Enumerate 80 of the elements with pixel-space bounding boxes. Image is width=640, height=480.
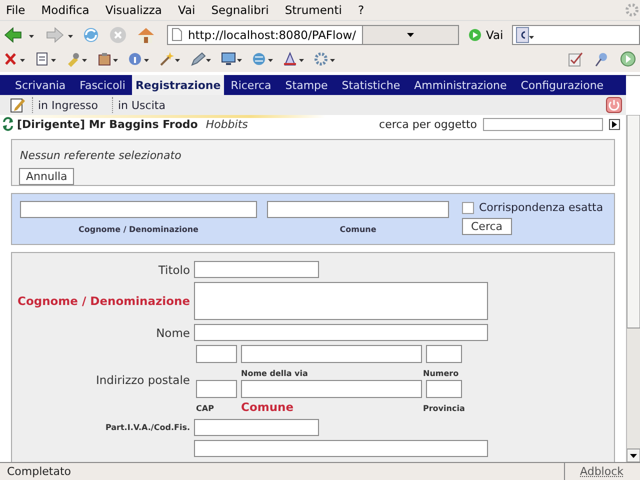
nav-tab[interactable]: Statistiche [334,75,408,95]
menu-item[interactable]: File [3,3,30,17]
go-arrow-icon[interactable] [609,118,620,130]
info-icon[interactable] [128,50,149,66]
field-label: Numero [423,368,460,380]
nav-tab[interactable]: Ricerca [224,75,278,95]
pin-icon[interactable] [594,50,610,66]
field-label: Part.I.V.A./Cod.Fis. [105,423,190,432]
search-input-field[interactable] [267,201,449,218]
gear-icon[interactable] [314,50,335,66]
menu-item[interactable]: Segnalibri [208,3,274,17]
search-engine-icon [516,26,534,42]
dropdown-arrow-icon [407,32,414,36]
cancel-button[interactable]: Annulla [19,168,74,185]
field-label: Comune [241,399,294,415]
menu-item[interactable]: Strumenti [282,3,347,17]
field-label: Nome [156,326,190,340]
status-text: Completato [0,463,565,480]
nav-tab[interactable]: Configurazione [514,75,611,95]
input-field[interactable] [426,380,462,398]
throbber-icon [624,2,640,18]
nav-tab[interactable]: Scrivania [8,75,73,95]
menu-item[interactable]: Modifica [38,3,94,17]
scrollbar[interactable] [627,115,640,462]
subtab-link[interactable]: in Uscita [112,97,180,113]
input-field[interactable] [196,345,237,363]
nav-tab[interactable]: Stampe [278,75,335,95]
wand-icon[interactable] [159,50,180,66]
address-field[interactable]: http://localhost:8080/PAFlow/ [167,24,459,44]
search-input-field[interactable] [20,201,257,218]
user-name: [Dirigente] Mr Baggins Frodo [17,118,198,130]
field-label: Nome della via [241,368,309,380]
refresh-icon[interactable] [2,117,14,131]
field-label: Cognome / Denominazione [18,294,190,308]
reload-icon[interactable] [82,26,100,44]
input-field[interactable] [194,261,319,278]
input-field[interactable] [241,380,422,398]
search-field[interactable] [512,24,640,44]
nav-tab[interactable]: Fascicoli [72,75,132,95]
edit-icon[interactable] [10,97,26,113]
input-field[interactable] [426,345,462,363]
text-area[interactable] [194,282,488,320]
field-label: Comune [340,225,376,234]
input-field[interactable] [241,345,422,363]
menu-item[interactable]: Vai [174,3,200,17]
power-icon[interactable] [606,97,622,113]
clipboard-icon[interactable] [97,50,118,66]
monitor-icon[interactable] [221,50,242,66]
close-icon[interactable] [4,50,25,66]
input-field[interactable] [196,380,237,398]
addon-link[interactable]: Adblock [565,465,640,478]
go-icon [468,28,482,42]
check-icon[interactable] [568,50,584,66]
subject-search-field[interactable] [483,118,603,130]
home-icon[interactable] [136,26,156,44]
menu-item[interactable]: ? [354,3,370,17]
field-label: Provincia [423,403,465,415]
go-button[interactable]: Vai [468,28,504,42]
nav-tab[interactable]: Amministrazione [407,75,514,95]
input-field[interactable] [194,440,488,457]
page-icon[interactable] [35,50,56,66]
menu-item[interactable]: Visualizza [102,3,167,17]
checkbox-label: Corrispondenza esatta [479,201,604,214]
back-arrow-icon[interactable] [4,26,34,42]
field-label: CAP [196,403,215,415]
checkbox[interactable] [462,202,474,214]
user-group: Hobbits [206,118,248,130]
pencil-icon[interactable] [190,50,211,66]
search-label: cerca per oggetto [379,118,477,130]
field-label: Titolo [158,262,190,276]
page-icon [172,28,182,41]
play-icon[interactable] [620,50,636,66]
field-label: Cognome / Denominazione [78,225,198,234]
input-field[interactable] [194,419,319,436]
nav-tab[interactable]: Registrazione [132,75,224,95]
subtab-link[interactable]: in Ingresso [32,97,112,113]
field-label: Indirizzo postale [96,373,190,387]
search-button[interactable]: Cerca [462,218,512,235]
input-field[interactable] [194,324,488,341]
status-message: Nessun referente selezionato [20,149,182,162]
